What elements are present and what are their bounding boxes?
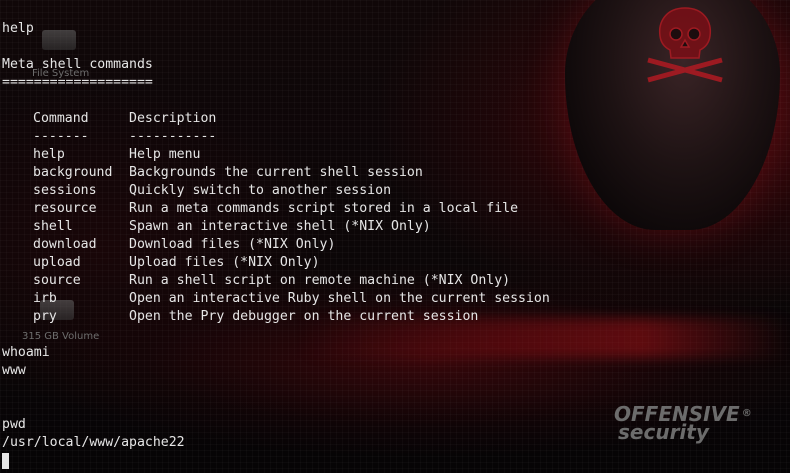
command-description: Backgrounds the current shell session — [129, 165, 423, 180]
help-command-line: help — [2, 21, 34, 36]
command-name: irb — [33, 291, 57, 306]
command-description: Run a shell script on remote machine (*N… — [129, 273, 511, 288]
command-name: upload — [33, 255, 81, 270]
pwd-output: /usr/local/www/apache22 — [2, 435, 185, 450]
column-header-description: Description — [129, 111, 217, 126]
desktop-background: File System 315 GB Volume help Meta shel… — [0, 0, 790, 473]
registered-mark: ® — [741, 408, 752, 419]
command-name: source — [33, 273, 81, 288]
command-description: Spawn an interactive shell (*NIX Only) — [129, 219, 431, 234]
command-name: shell — [33, 219, 73, 234]
column-rule-command: ------- — [33, 129, 89, 144]
column-header-command: Command — [33, 111, 89, 126]
command-name: help — [33, 147, 65, 162]
heading-underline: =================== — [2, 75, 153, 90]
command-description: Help menu — [129, 147, 201, 162]
logo-line-security: security — [618, 420, 709, 444]
command-name: pry — [33, 309, 57, 324]
command-name: background — [33, 165, 113, 180]
command-description: Open an interactive Ruby shell on the cu… — [129, 291, 550, 306]
command-name: resource — [33, 201, 97, 216]
whoami-output: www — [2, 363, 26, 378]
whoami-command-line: whoami — [2, 345, 50, 360]
command-name: sessions — [33, 183, 97, 198]
pwd-command-line: pwd — [2, 417, 26, 432]
column-rule-description: ----------- — [129, 129, 217, 144]
offensive-security-logo: OFFENSIVE ® security — [614, 404, 764, 444]
command-description: Run a meta commands script stored in a l… — [129, 201, 519, 216]
section-heading: Meta shell commands — [2, 57, 153, 72]
command-description: Download files (*NIX Only) — [129, 237, 336, 252]
command-description: Open the Pry debugger on the current ses… — [129, 309, 479, 324]
terminal-cursor[interactable] — [2, 453, 9, 469]
command-name: download — [33, 237, 97, 252]
command-description: Quickly switch to another session — [129, 183, 392, 198]
command-description: Upload files (*NIX Only) — [129, 255, 320, 270]
